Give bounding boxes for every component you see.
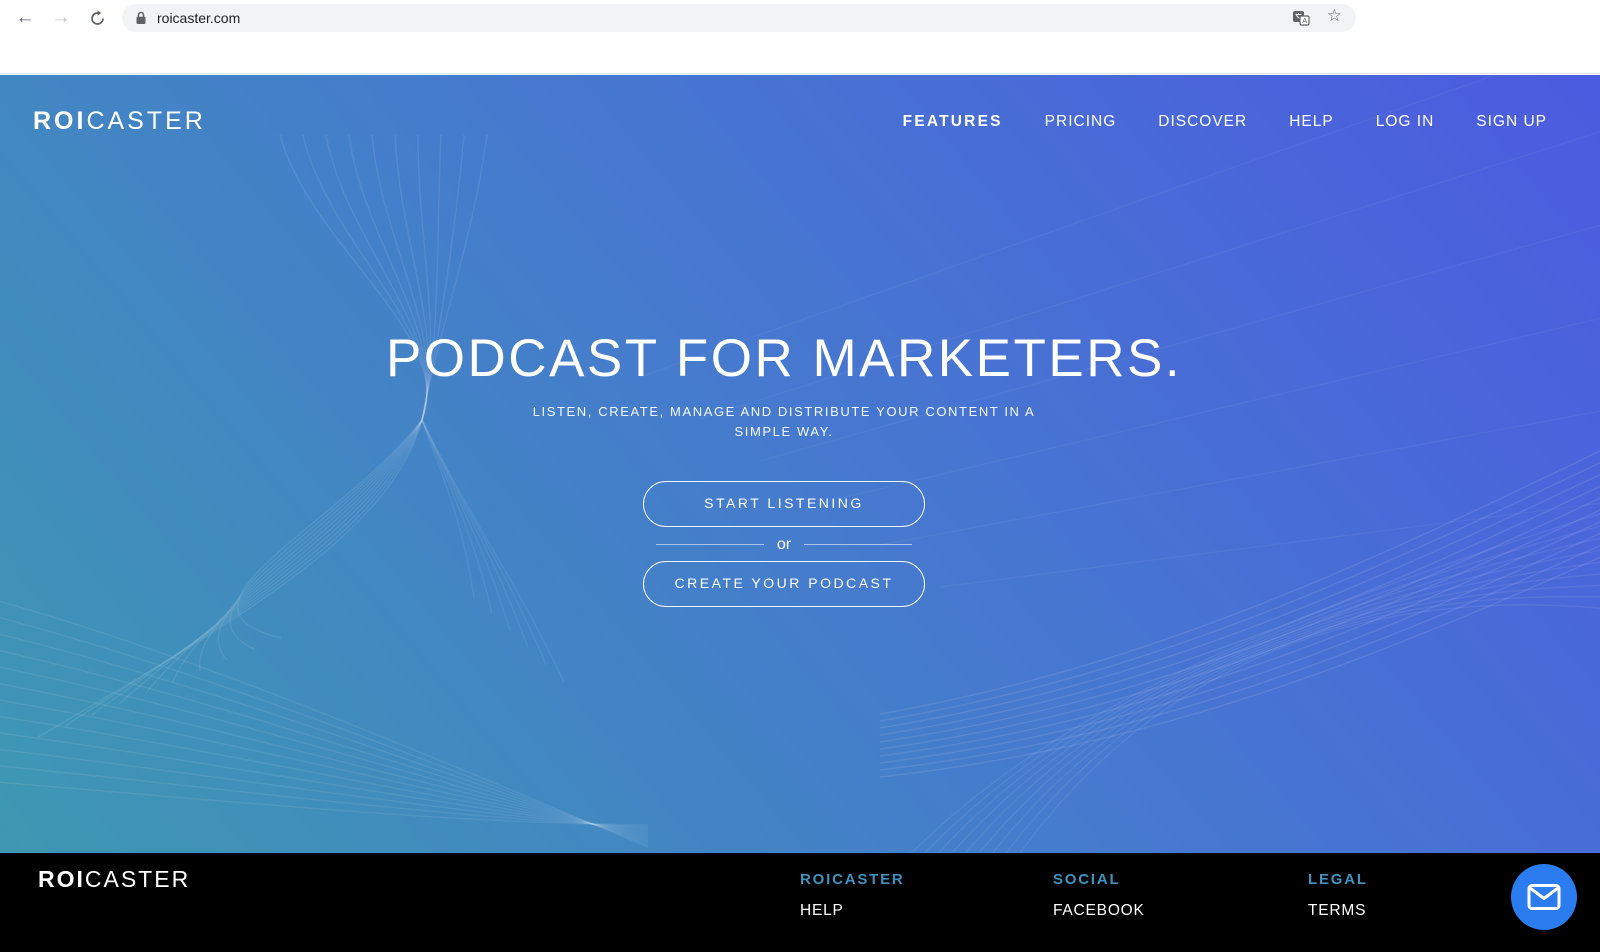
- footer: ROICASTER ROICASTER HELP SOCIAL FACEBOOK…: [0, 853, 1600, 952]
- footer-logo-bold-text: ROI: [38, 866, 85, 892]
- site-header: ROICASTER FEATURES PRICING DISCOVER HELP…: [0, 75, 1600, 136]
- or-divider: or: [656, 536, 912, 554]
- lock-icon[interactable]: [135, 11, 147, 25]
- mail-icon: [1527, 884, 1561, 910]
- nav-help[interactable]: HELP: [1289, 113, 1334, 131]
- reload-icon: [90, 9, 104, 25]
- or-divider-text: or: [776, 535, 792, 553]
- hero-title: PODCAST FOR MARKETERS.: [385, 329, 1183, 388]
- browser-toolbar: ← → roicaster.com A ☆: [0, 0, 1600, 74]
- logo-light-text: CASTER: [86, 107, 206, 135]
- footer-logo: ROICASTER: [38, 866, 190, 893]
- hero-section: ROICASTER FEATURES PRICING DISCOVER HELP…: [0, 75, 1600, 853]
- nav-signup[interactable]: SIGN UP: [1476, 113, 1547, 131]
- nav-login[interactable]: LOG IN: [1376, 113, 1435, 131]
- footer-link-terms[interactable]: TERMS: [1308, 902, 1366, 920]
- create-podcast-button[interactable]: CREATE YOUR PODCAST: [643, 560, 925, 607]
- url-text: roicaster.com: [157, 10, 241, 26]
- hero-content: PODCAST FOR MARKETERS. LISTEN, CREATE, M…: [0, 75, 1584, 607]
- main-nav: FEATURES PRICING DISCOVER HELP LOG IN SI…: [903, 113, 1547, 131]
- address-bar[interactable]: roicaster.com A ☆: [122, 4, 1356, 32]
- footer-link-help[interactable]: HELP: [800, 902, 844, 920]
- start-listening-button[interactable]: START LISTENING: [643, 480, 925, 527]
- browser-reload-button[interactable]: [84, 5, 110, 31]
- translate-icon[interactable]: A: [1292, 10, 1310, 26]
- site-logo[interactable]: ROICASTER: [33, 107, 206, 136]
- bookmark-star-icon[interactable]: ☆: [1327, 6, 1342, 26]
- chat-button[interactable]: [1511, 864, 1577, 930]
- logo-bold-text: ROI: [33, 107, 87, 135]
- hero-subtitle: LISTEN, CREATE, MANAGE AND DISTRIBUTE YO…: [532, 404, 1036, 440]
- svg-text:A: A: [1302, 16, 1307, 25]
- footer-link-facebook[interactable]: FACEBOOK: [1053, 902, 1145, 920]
- nav-pricing[interactable]: PRICING: [1045, 113, 1117, 131]
- footer-heading-social: SOCIAL: [1053, 871, 1121, 888]
- footer-heading-roicaster: ROICASTER: [800, 871, 905, 888]
- browser-forward-button[interactable]: →: [48, 5, 74, 31]
- browser-back-button[interactable]: ←: [12, 5, 38, 31]
- footer-heading-legal: LEGAL: [1308, 871, 1368, 888]
- nav-features[interactable]: FEATURES: [903, 113, 1003, 131]
- footer-logo-light-text: CASTER: [84, 866, 191, 892]
- nav-discover[interactable]: DISCOVER: [1158, 113, 1247, 131]
